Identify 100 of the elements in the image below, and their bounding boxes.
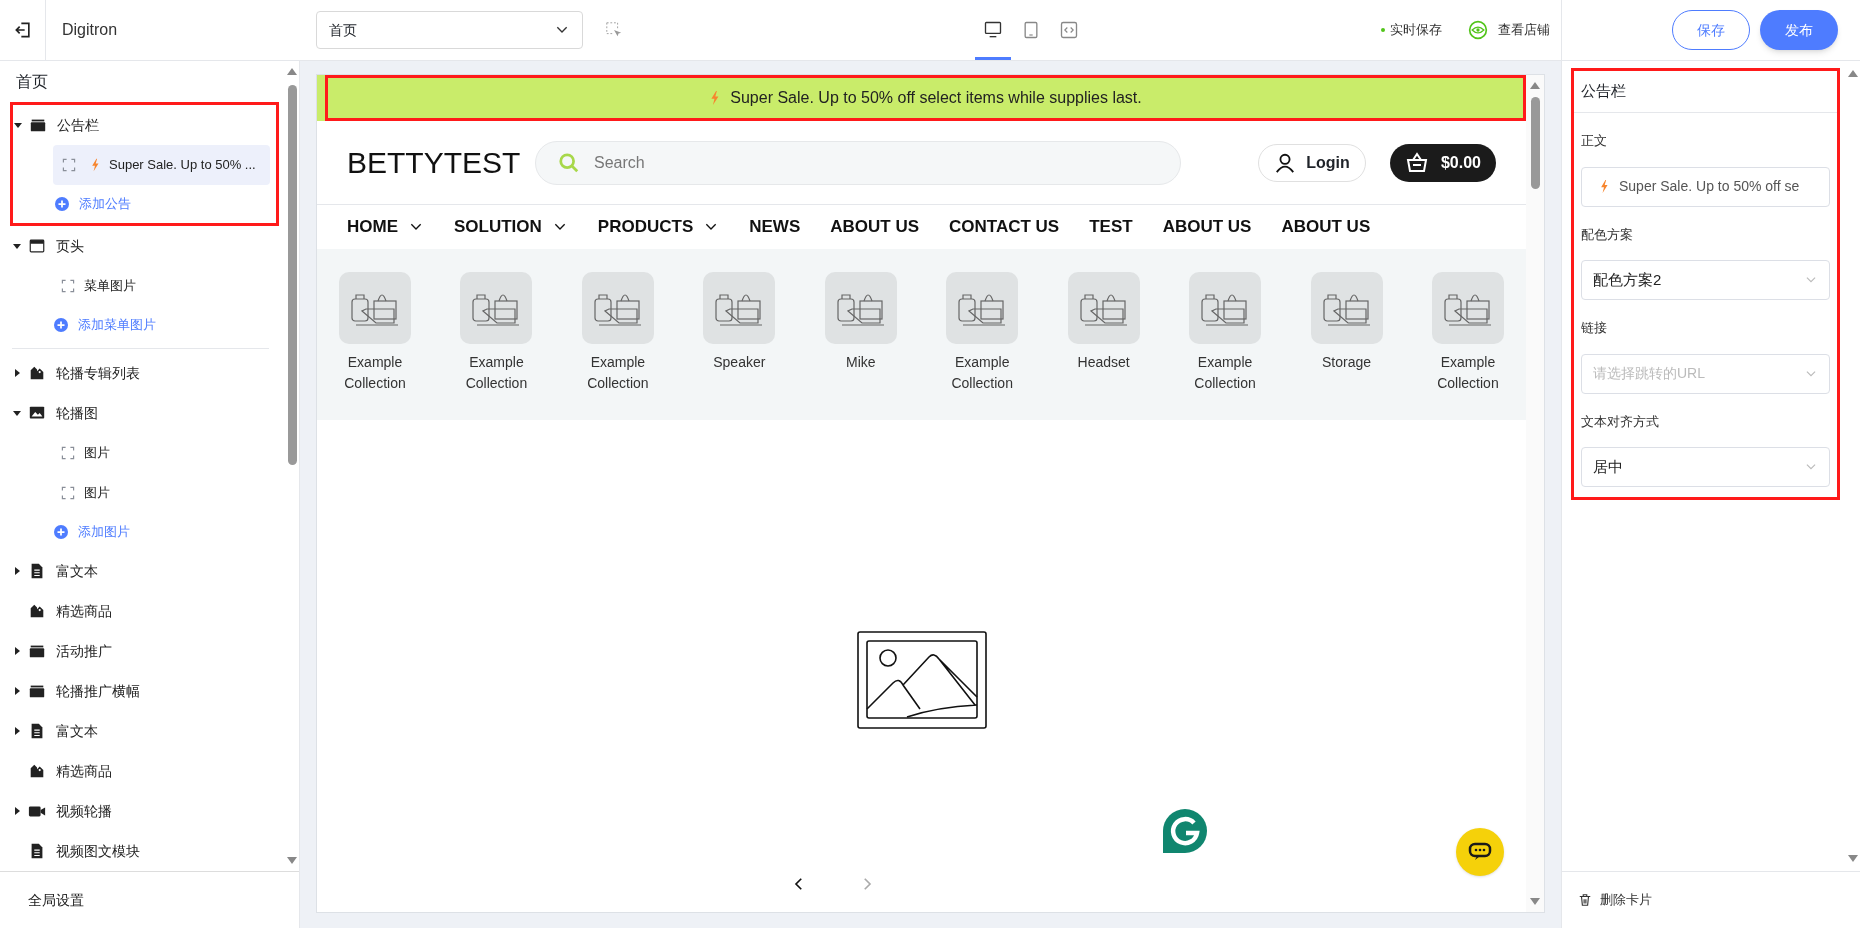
block-label: Super Sale. Up to 50% ...	[109, 156, 256, 175]
scroll-up-icon[interactable]	[1530, 81, 1540, 89]
section-label: 富文本	[56, 721, 98, 741]
collection-label[interactable]: Example Collection	[934, 352, 1031, 394]
collection-label[interactable]: Example Collection	[569, 352, 666, 394]
caret-icon[interactable]	[12, 368, 22, 378]
autosave-label: 实时保存	[1390, 21, 1442, 40]
collection-thumbnail[interactable]	[581, 272, 654, 344]
section-label: 页头	[56, 236, 84, 256]
collection-label[interactable]: Example Collection	[1419, 352, 1516, 394]
block-item[interactable]: 菜单图片	[52, 266, 271, 307]
scroll-up-icon[interactable]	[1848, 69, 1858, 77]
tags-icon	[28, 762, 46, 780]
collection-thumbnail[interactable]	[946, 272, 1019, 344]
cart-button[interactable]: $0.00	[1390, 143, 1496, 182]
page-select-value: 首页	[329, 20, 357, 40]
frame-corners-icon	[60, 485, 76, 501]
nav-link[interactable]: ABOUT US	[1281, 214, 1371, 240]
block-item[interactable]: 图片	[52, 473, 271, 513]
caret-icon[interactable]	[12, 726, 22, 736]
collection-thumbnail[interactable]	[703, 272, 776, 344]
scrollbar-thumb[interactable]	[287, 85, 297, 465]
settings-title: 公告栏	[1574, 71, 1837, 113]
section-item[interactable]: 轮播推广横幅	[12, 671, 277, 711]
section-item[interactable]: 富文本	[12, 711, 277, 751]
nav-link[interactable]: TEST	[1089, 214, 1133, 240]
section-item[interactable]: 视频图文模块	[12, 831, 277, 871]
section-item[interactable]: 精选商品	[12, 751, 277, 791]
publish-button[interactable]: 发布	[1760, 10, 1838, 50]
collection-thumbnail[interactable]	[1310, 272, 1383, 344]
plus-circle-icon	[54, 525, 68, 539]
nav-link[interactable]: ABOUT US	[1162, 214, 1252, 240]
nav-link[interactable]: SOLUTION	[454, 214, 568, 240]
collection-label[interactable]: Example Collection	[1177, 352, 1274, 394]
basket-icon	[1404, 150, 1429, 175]
section-label: 公告栏	[57, 115, 99, 135]
nav-link[interactable]: ABOUT US	[830, 214, 920, 240]
nav-link[interactable]: PRODUCTS	[597, 214, 720, 240]
block-label: 菜单图片	[84, 277, 136, 296]
search-field[interactable]: Search	[535, 140, 1181, 185]
select-field[interactable]: 居中	[1581, 447, 1830, 487]
eye-icon	[1468, 20, 1488, 40]
desktop-icon	[983, 20, 1003, 40]
caret-icon[interactable]	[12, 686, 22, 696]
frame-corners-icon	[60, 445, 76, 461]
collection-thumbnail[interactable]	[1067, 272, 1140, 344]
section-item[interactable]: 精选商品	[12, 591, 277, 631]
view-store-link[interactable]: 查看店铺	[1468, 20, 1550, 40]
announcement-text: Super Sale. Up to 50% off select items while supplies last.	[730, 88, 1142, 108]
delete-card-button[interactable]: 删除卡片	[1578, 890, 1652, 910]
text-field[interactable]: Super Sale. Up to 50% off se	[1581, 166, 1830, 207]
add-block-link[interactable]: 添加菜单图片	[54, 306, 277, 345]
caret-icon[interactable]	[12, 408, 22, 418]
nav-link[interactable]: NEWS	[749, 214, 801, 240]
collection-thumbnail[interactable]	[1431, 272, 1504, 344]
scroll-down-icon[interactable]	[287, 857, 297, 865]
add-block-link[interactable]: 添加图片	[54, 513, 277, 551]
collection-label[interactable]: Example Collection	[327, 352, 423, 394]
collection-thumbnail[interactable]	[339, 272, 411, 344]
field-label: 正文	[1580, 132, 1608, 150]
collection-label[interactable]: Storage	[1321, 352, 1371, 373]
window-icon	[28, 237, 46, 256]
collection-label[interactable]: Mike	[845, 352, 876, 373]
page-select[interactable]: 首页	[316, 11, 583, 49]
section-item[interactable]: 轮播图	[12, 393, 277, 433]
caret-icon[interactable]	[12, 646, 22, 656]
collection-thumbnail[interactable]	[824, 272, 897, 344]
field-label: 链接	[1580, 319, 1608, 337]
collection-label[interactable]: Headset	[1077, 352, 1130, 373]
chat-button[interactable]	[1456, 828, 1504, 876]
nav-link[interactable]: CONTACT US	[949, 214, 1060, 240]
section-item[interactable]: 页头	[12, 226, 277, 267]
scroll-down-icon[interactable]	[1530, 898, 1540, 906]
collection-label[interactable]: Example Collection	[448, 352, 545, 394]
block-item[interactable]: Super Sale. Up to 50% ...	[53, 145, 270, 186]
brand-name: Digitron	[62, 20, 118, 40]
scrollbar-thumb[interactable]	[1530, 97, 1540, 189]
collection-thumbnail[interactable]	[460, 272, 533, 344]
section-label: 轮播图	[56, 403, 98, 423]
caret-icon[interactable]	[12, 566, 22, 576]
block-item[interactable]: 图片	[52, 433, 271, 473]
trash-icon	[1578, 893, 1592, 907]
collection-label[interactable]: Speaker	[713, 352, 766, 373]
section-item[interactable]: 视频轮播	[12, 791, 277, 831]
scroll-up-icon[interactable]	[287, 67, 297, 75]
plus-circle-icon	[55, 197, 69, 212]
global-settings-link[interactable]: 全局设置	[28, 889, 84, 911]
section-item[interactable]: 活动推广	[12, 631, 277, 671]
add-block-link[interactable]: 添加公告	[55, 185, 276, 224]
plus-circle-icon	[54, 318, 68, 333]
collection-thumbnail[interactable]	[1189, 272, 1262, 344]
store-logo[interactable]: BETTYTEST	[347, 140, 535, 185]
section-item[interactable]: 富文本	[12, 551, 277, 591]
scroll-down-icon[interactable]	[1848, 855, 1858, 863]
section-item[interactable]: 轮播专辑列表	[12, 353, 277, 393]
writing-assistant-icon[interactable]	[1162, 808, 1208, 854]
section-item[interactable]: 公告栏	[13, 105, 276, 146]
select-field[interactable]: 配色方案2	[1581, 260, 1830, 300]
caret-icon[interactable]	[12, 806, 22, 816]
nav-link[interactable]: HOME	[347, 214, 424, 240]
